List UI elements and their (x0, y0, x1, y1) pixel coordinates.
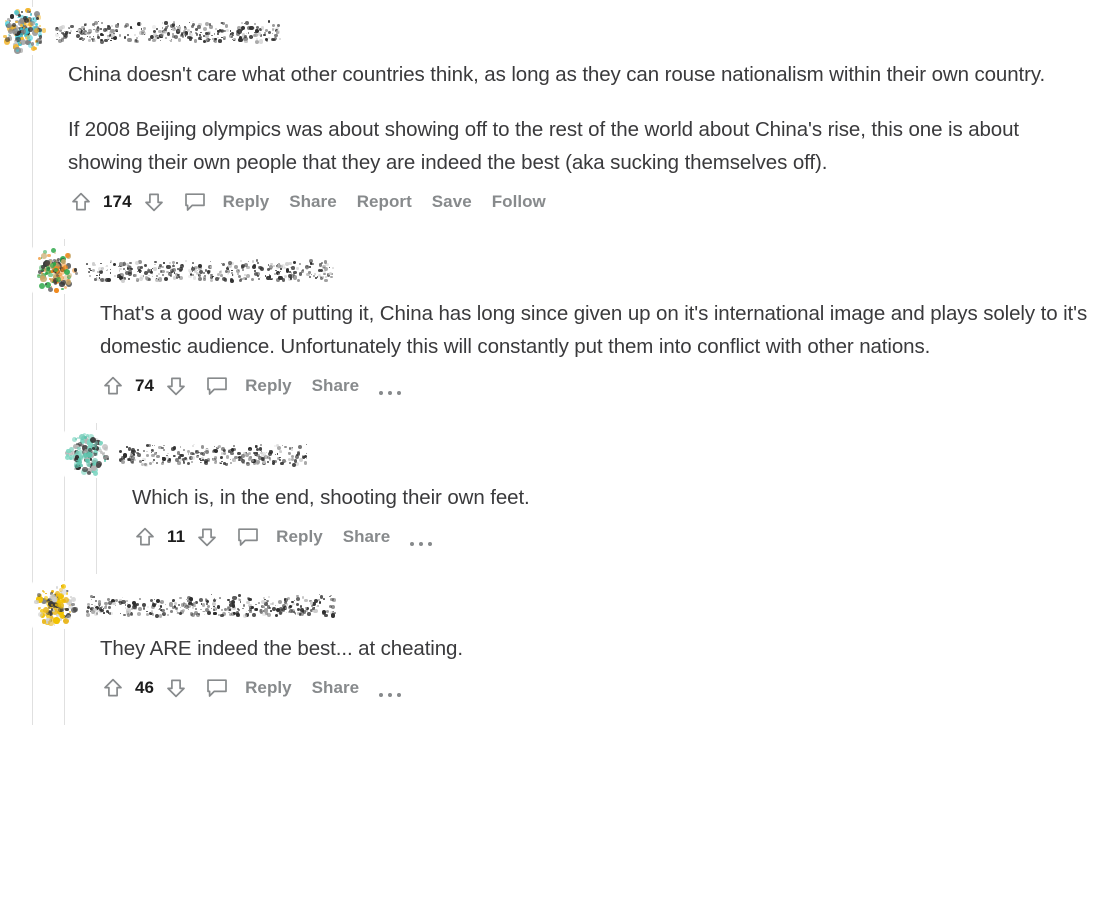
upvote-arrow-icon[interactable] (68, 189, 94, 215)
comment-actions: 74 Reply Share (32, 373, 1106, 423)
upvote-arrow-icon[interactable] (100, 373, 126, 399)
thread-line[interactable] (32, 423, 33, 574)
vote-group: 46 (100, 675, 189, 701)
vote-group: 11 (132, 524, 220, 550)
comment-body: Which is, in the end, shooting their own… (64, 481, 1106, 514)
comment-thread: China doesn't care what other countries … (0, 0, 1106, 909)
comment-paragraph: If 2008 Beijing olympics was about showi… (68, 118, 1019, 174)
comment-bubble-icon[interactable] (203, 373, 231, 399)
action-reply-button[interactable]: Reply (245, 678, 292, 698)
username-redacted[interactable] (86, 253, 334, 287)
username-redacted[interactable] (86, 588, 336, 622)
overflow-dots-icon[interactable] (410, 526, 433, 548)
comment-header (32, 574, 1106, 632)
downvote-arrow-icon[interactable] (163, 675, 189, 701)
action-share-button[interactable]: Share (312, 678, 360, 698)
comment-paragraph: Which is, in the end, shooting their own… (132, 486, 530, 509)
action-reply-button[interactable]: Reply (276, 527, 323, 547)
vote-group: 174 (68, 189, 167, 215)
action-share-button[interactable]: Share (343, 527, 391, 547)
comment-bubble-icon[interactable] (234, 524, 262, 550)
username-redacted[interactable] (118, 437, 308, 471)
avatar[interactable] (32, 246, 80, 294)
comment-paragraph: That's a good way of putting it, China h… (100, 302, 1088, 358)
downvote-arrow-icon[interactable] (141, 189, 167, 215)
avatar[interactable] (0, 7, 48, 55)
avatar[interactable] (32, 581, 80, 629)
comment: That's a good way of putting it, China h… (0, 239, 1106, 423)
upvote-arrow-icon[interactable] (132, 524, 158, 550)
comment-paragraph: They ARE indeed the best... at cheating. (100, 637, 463, 660)
comment-header (32, 239, 1106, 297)
comment-header (64, 423, 1106, 481)
overflow-dots-icon[interactable] (379, 375, 402, 397)
vote-score: 74 (135, 376, 155, 395)
overflow-dots-icon[interactable] (379, 677, 402, 699)
upvote-arrow-icon[interactable] (100, 675, 126, 701)
comment-actions: 46 Reply Share (32, 675, 1106, 725)
avatar[interactable] (64, 430, 112, 478)
comment-header (0, 0, 1106, 58)
comment-actions: 11 Reply Share (64, 524, 1106, 574)
comment-body: That's a good way of putting it, China h… (32, 297, 1106, 363)
action-report-button[interactable]: Report (357, 192, 412, 212)
action-save-button[interactable]: Save (432, 192, 472, 212)
action-share-button[interactable]: Share (289, 192, 337, 212)
vote-group: 74 (100, 373, 189, 399)
action-follow-button[interactable]: Follow (492, 192, 546, 212)
comment-body: They ARE indeed the best... at cheating. (32, 632, 1106, 665)
downvote-arrow-icon[interactable] (163, 373, 189, 399)
comment-bubble-icon[interactable] (181, 189, 209, 215)
action-share-button[interactable]: Share (312, 376, 360, 396)
username-redacted[interactable] (54, 14, 282, 48)
comment-bubble-icon[interactable] (203, 675, 231, 701)
comment: China doesn't care what other countries … (0, 0, 1106, 239)
vote-score: 11 (167, 527, 186, 546)
downvote-arrow-icon[interactable] (194, 524, 220, 550)
comment-body: China doesn't care what other countries … (0, 58, 1106, 179)
comment-actions: 174 Reply Share Report Save Follow (0, 189, 1106, 239)
vote-score: 46 (135, 678, 155, 697)
vote-score: 174 (103, 192, 132, 211)
action-reply-button[interactable]: Reply (245, 376, 292, 396)
comment: Which is, in the end, shooting their own… (0, 423, 1106, 574)
comment-paragraph: China doesn't care what other countries … (68, 63, 1046, 86)
comment: They ARE indeed the best... at cheating.… (0, 574, 1106, 725)
action-reply-button[interactable]: Reply (223, 192, 270, 212)
